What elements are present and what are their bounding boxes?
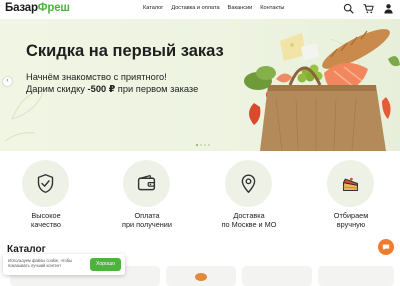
slider-dot-2[interactable] — [200, 144, 202, 146]
nav-catalog[interactable]: Каталог — [143, 5, 163, 12]
feature-label-line-2: при получении — [122, 220, 172, 229]
feature-icon-circle — [225, 160, 272, 207]
chat-button[interactable] — [378, 239, 394, 255]
feature-label-line-2: вручную — [336, 220, 366, 229]
banner-line-2-suffix: при первом заказе — [115, 83, 199, 94]
feature-label: Оплата при получении — [102, 211, 192, 229]
cookie-banner: Используем файлы cookie, чтобы показыват… — [3, 254, 125, 275]
grocery-bag-image — [244, 29, 400, 151]
site-header: БазарФреш Каталог Доставка и оплата Вака… — [0, 0, 400, 18]
logo-part-1: Базар — [5, 2, 38, 14]
feature-icon-circle — [327, 160, 374, 207]
feature-label: Доставка по Москве и МО — [204, 211, 294, 229]
feature-label: Отбираем вручную — [306, 211, 396, 229]
feature-label-line-1: Оплата — [134, 211, 160, 220]
promo-banner[interactable]: Скидка на первый заказ Начнём знакомство… — [0, 19, 400, 151]
search-icon[interactable] — [343, 3, 354, 14]
wallet-icon — [137, 174, 156, 191]
category-image — [195, 273, 207, 281]
map-pin-icon — [241, 174, 256, 193]
cake-icon — [342, 177, 359, 192]
feature-label-line-1: Высокое — [31, 211, 61, 220]
banner-line-2-prefix: Дарим скидку — [26, 83, 88, 94]
slider-dots — [196, 144, 210, 146]
banner-title: Скидка на первый заказ — [26, 42, 224, 60]
discount-amount: -500 ₽ — [87, 83, 116, 94]
feature-icon-circle — [123, 160, 170, 207]
user-icon[interactable] — [383, 3, 394, 14]
nav-delivery[interactable]: Доставка и оплата — [171, 5, 219, 12]
logo-part-2: Фреш — [37, 2, 70, 14]
slider-dot-3[interactable] — [204, 144, 206, 146]
feature-label-line-1: Отбираем — [333, 211, 369, 220]
banner-subtitle: Начнём знакомство с приятного! Дарим ски… — [26, 72, 198, 95]
nav-contacts[interactable]: Контакты — [260, 5, 284, 12]
catalog-card[interactable] — [166, 266, 236, 286]
feature-icon-circle — [22, 160, 69, 207]
slider-dot-1[interactable] — [196, 144, 198, 146]
banner-line-2: Дарим скидку -500 ₽ при первом заказе — [26, 84, 198, 96]
catalog-card[interactable] — [242, 266, 312, 286]
logo[interactable]: БазарФреш — [5, 2, 70, 15]
prev-slide-button[interactable]: ‹ — [3, 77, 12, 86]
cart-icon[interactable] — [363, 3, 374, 14]
nav-vacancies[interactable]: Вакансии — [228, 5, 253, 12]
main-nav: Каталог Доставка и оплата Вакансии Конта… — [143, 5, 284, 12]
feature-label-line-2: качество — [31, 220, 61, 229]
feature-label: Высокое качество — [1, 211, 91, 229]
feature-label-line-2: по Москве и МО — [221, 220, 277, 229]
slider-dot-4[interactable] — [208, 144, 210, 146]
feature-label-line-1: Доставка — [233, 211, 265, 220]
cookie-text: Используем файлы cookie, чтобы показыват… — [8, 258, 73, 269]
chat-icon — [382, 244, 390, 251]
shield-check-icon — [37, 174, 54, 193]
cookie-accept-button[interactable]: Хорошо — [90, 258, 121, 271]
catalog-card[interactable] — [318, 266, 394, 286]
banner-line-1: Начнём знакомство с приятного! — [26, 72, 167, 82]
